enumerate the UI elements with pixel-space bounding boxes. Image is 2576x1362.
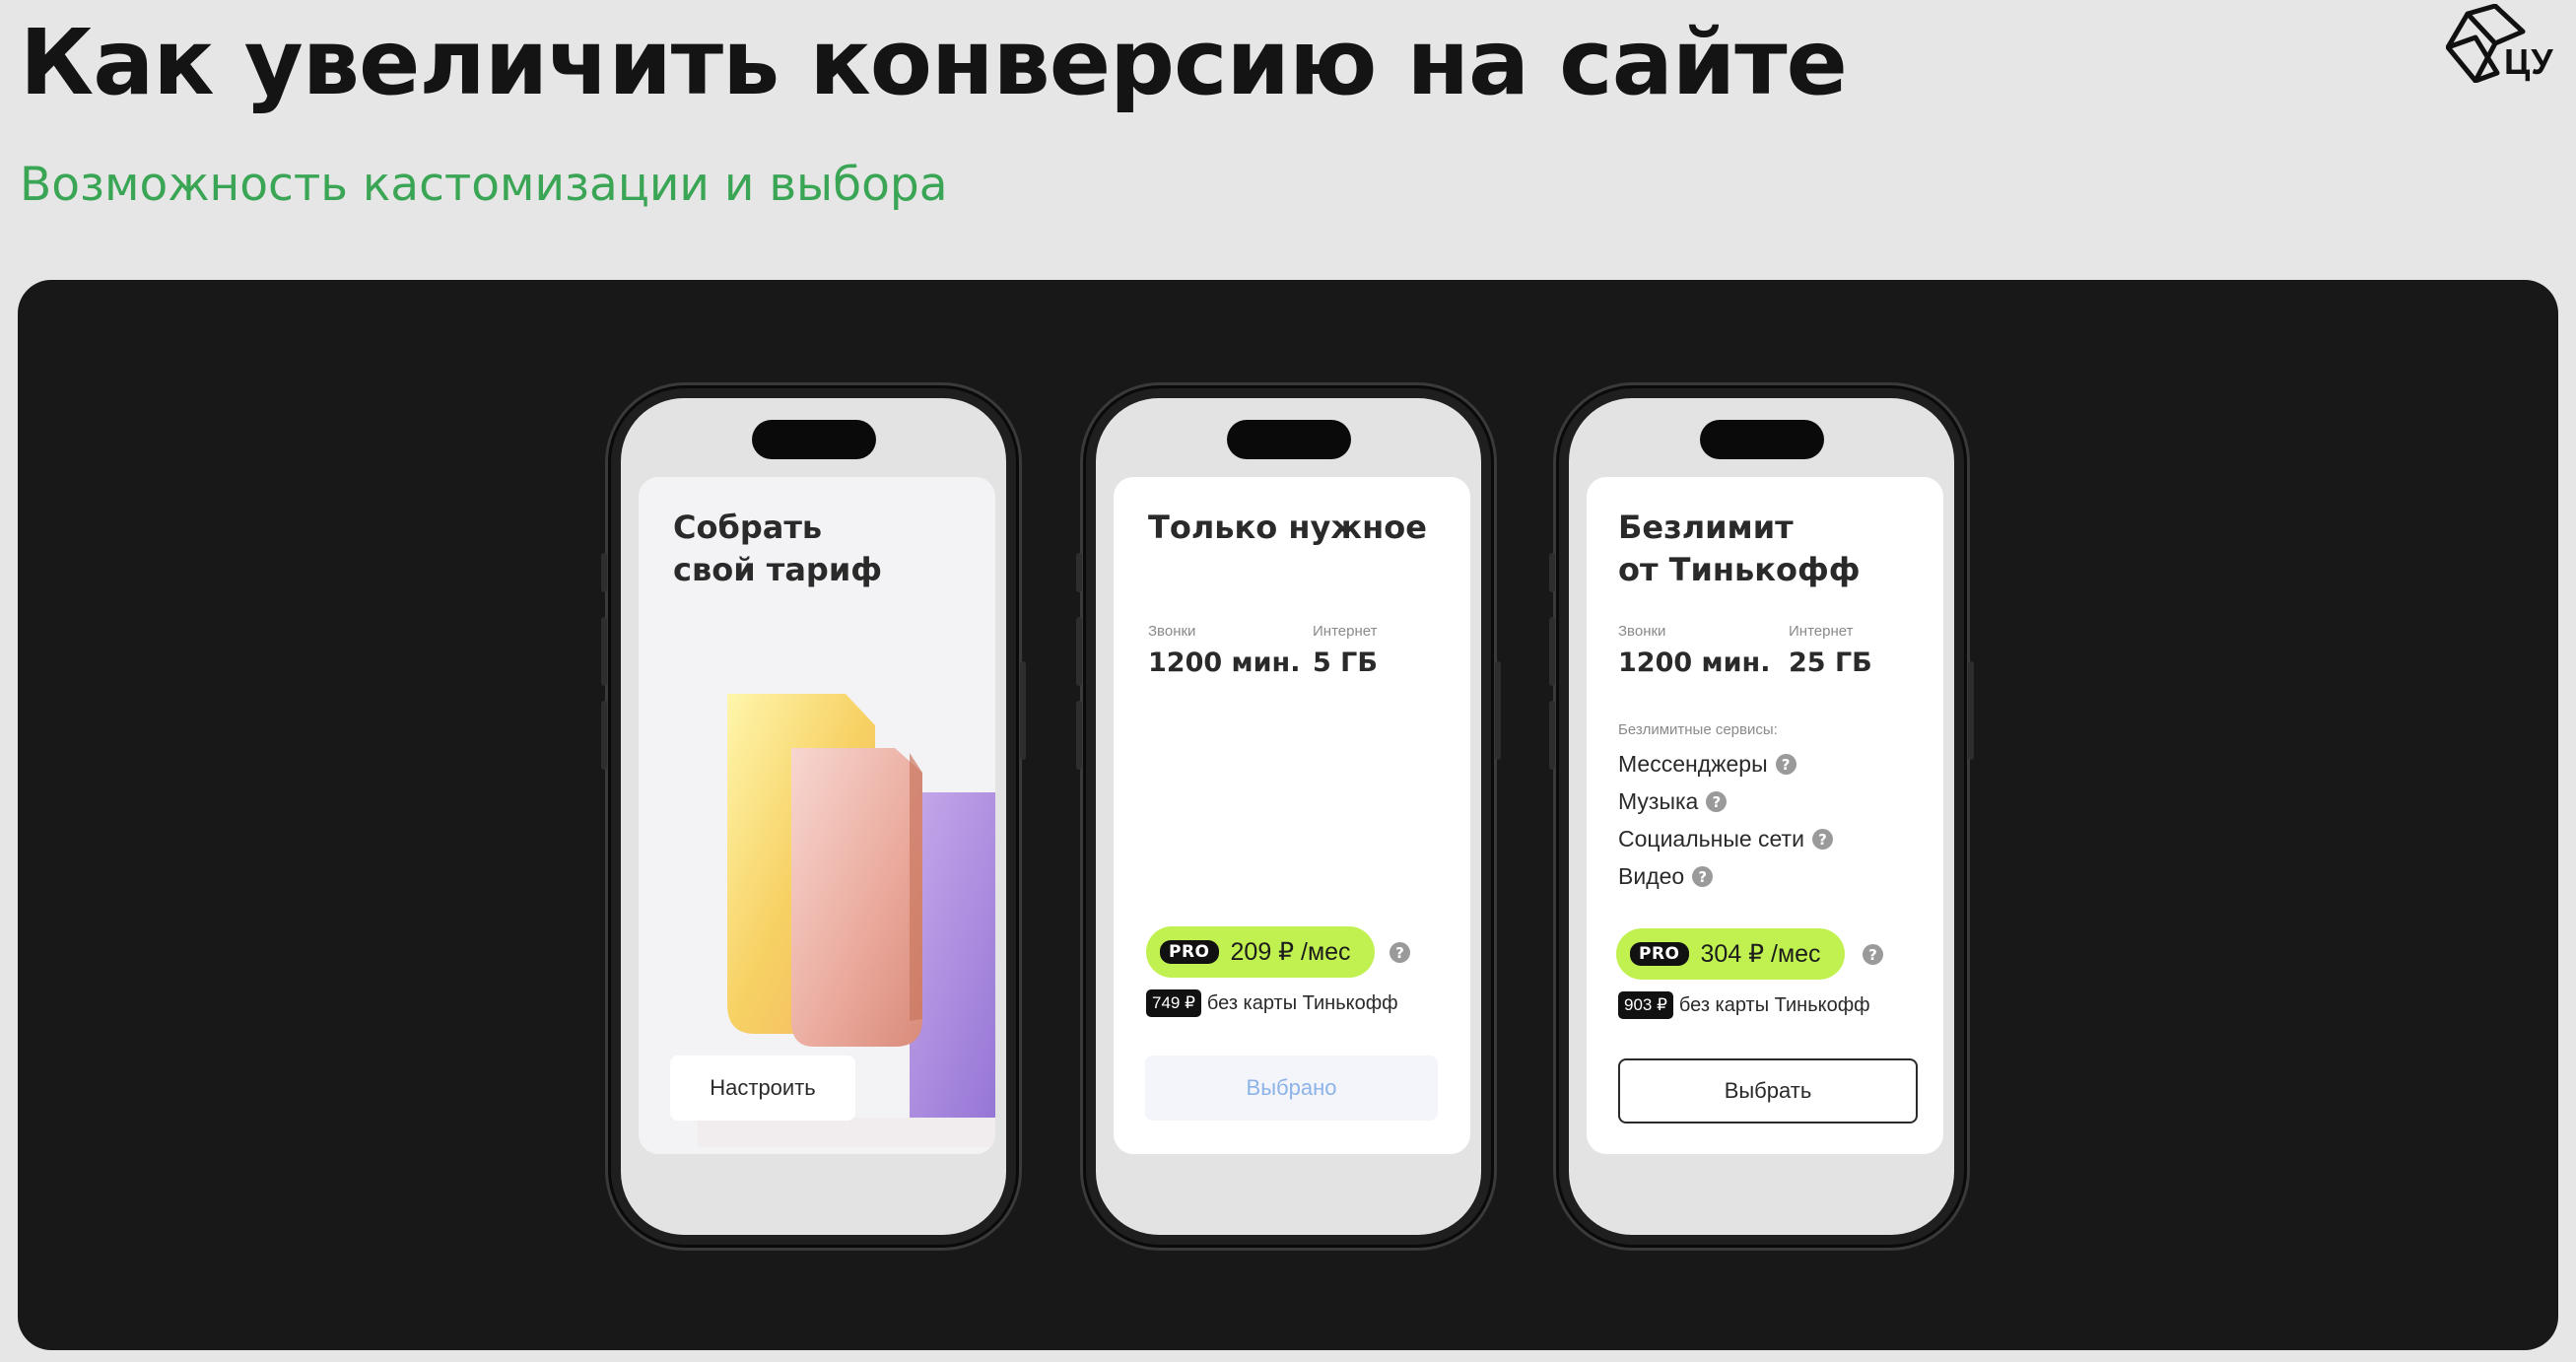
phone-screen: Безлимит от Тинькофф Звонки 1200 мин. Ин… (1569, 398, 1954, 1235)
service-label: Мессенджеры (1618, 751, 1768, 777)
promo-row: 903 ₽ без карты Тинькофф (1618, 991, 1870, 1019)
configure-button[interactable]: Настроить (670, 1056, 855, 1121)
internet-label: Интернет (1313, 623, 1378, 640)
price-help-icon[interactable]: ? (1863, 944, 1883, 965)
slide-title: Как увеличить конверсию на сайте (20, 10, 1848, 115)
help-icon[interactable]: ? (1775, 754, 1796, 775)
phone-mockup-basic: Только нужное Звонки 1200 мин. Интернет … (1076, 385, 1501, 1248)
calls-label: Звонки (1148, 623, 1196, 640)
promo-row: 749 ₽ без карты Тинькофф (1146, 989, 1398, 1017)
promo-price-tag: 749 ₽ (1146, 989, 1201, 1017)
service-label: Социальные сети (1618, 826, 1804, 851)
calls-value: 1200 мин. (1618, 647, 1771, 678)
tariff-card-unlimited[interactable]: Безлимит от Тинькофф Звонки 1200 мин. Ин… (1587, 477, 1943, 1154)
price-help-icon[interactable]: ? (1390, 942, 1410, 963)
price-pill: PRO 304 ₽ /мес (1616, 928, 1845, 980)
tariff-card-builder[interactable]: Собрать свой тариф Настроить (639, 477, 995, 1154)
dynamic-island (1699, 420, 1824, 459)
phone-mockup-unlimited: Безлимит от Тинькофф Звонки 1200 мин. Ин… (1549, 385, 1974, 1248)
phone-screen: Собрать свой тариф Настроить (621, 398, 1006, 1235)
help-icon[interactable]: ? (1692, 866, 1714, 887)
promo-text: без карты Тинькофф (1678, 993, 1870, 1016)
selected-button[interactable]: Выбрано (1145, 1056, 1438, 1121)
monthly-price: 209 ₽ /мес (1230, 938, 1351, 966)
dynamic-island (751, 420, 876, 459)
pro-badge: PRO (1160, 940, 1219, 964)
dynamic-island (1226, 420, 1351, 459)
services-heading: Безлимитные сервисы: (1618, 721, 1778, 738)
card-title: Только нужное (1148, 509, 1427, 546)
promo-price-tag: 903 ₽ (1618, 991, 1673, 1019)
logo-text: ЦУ (2504, 41, 2554, 82)
service-item-social: Социальные сети ? (1618, 826, 1833, 852)
help-icon[interactable]: ? (1706, 791, 1728, 812)
phone-screen: Только нужное Звонки 1200 мин. Интернет … (1096, 398, 1481, 1235)
internet-value: 25 ГБ (1789, 647, 1872, 678)
card-title: Безлимит от Тинькофф (1618, 509, 1861, 588)
pro-badge: PRO (1630, 942, 1689, 966)
card-title: Собрать свой тариф (673, 509, 882, 588)
service-label: Видео (1618, 863, 1685, 889)
promo-text: без карты Тинькофф (1206, 991, 1398, 1014)
internet-value: 5 ГБ (1313, 647, 1378, 678)
choose-button[interactable]: Выбрать (1618, 1058, 1918, 1124)
phone-mockup-builder: Собрать свой тариф Настроить (601, 385, 1026, 1248)
service-item-video: Видео ? (1618, 863, 1714, 890)
help-icon[interactable]: ? (1811, 829, 1833, 850)
service-label: Музыка (1618, 788, 1699, 814)
internet-label: Интернет (1789, 623, 1854, 640)
calls-label: Звонки (1618, 623, 1666, 640)
service-item-messengers: Мессенджеры ? (1618, 751, 1796, 778)
price-pill: PRO 209 ₽ /мес (1146, 926, 1375, 978)
calls-value: 1200 мин. (1148, 647, 1301, 678)
slide-subtitle: Возможность кастомизации и выбора (20, 158, 948, 212)
monthly-price: 304 ₽ /мес (1700, 940, 1821, 968)
service-item-music: Музыка ? (1618, 788, 1728, 815)
tariff-card-basic[interactable]: Только нужное Звонки 1200 мин. Интернет … (1114, 477, 1470, 1154)
